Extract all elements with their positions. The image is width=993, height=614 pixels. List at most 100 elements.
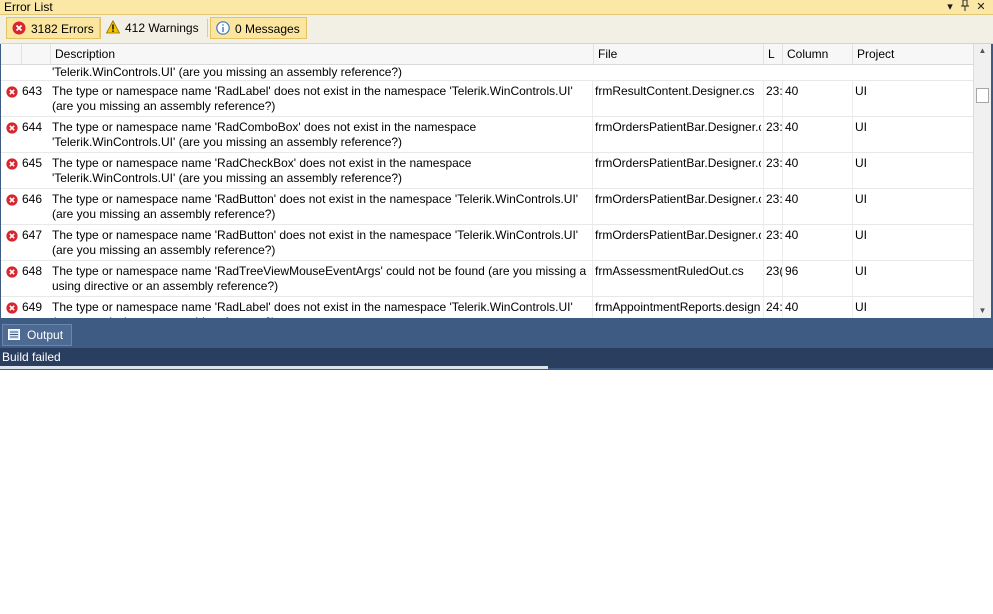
row-description: The type or namespace name 'RadComboBox'… [52,120,477,149]
table-row[interactable]: 646 The type or namespace name 'RadButton… [1,189,973,225]
row-file: frmOrdersPatientBar.Designer.c [595,228,761,242]
table-row[interactable]: 644 The type or namespace name 'RadComboB… [1,117,973,153]
row-column: 40 [785,84,799,98]
row-column: 96 [785,264,799,278]
row-column: 40 [785,228,799,242]
cell-divider [592,297,593,318]
status-text: Build failed [2,350,61,364]
close-icon[interactable]: ✕ [974,0,988,14]
row-project: UI [855,228,867,242]
status-bar: Build failed [0,348,993,368]
cell-divider [592,225,593,260]
error-icon [6,266,18,278]
cell-divider [763,261,764,296]
warning-icon [106,20,120,34]
cell-divider [782,297,783,318]
filter-toolbar: 3182 Errors 412 Warnings 0 Messages [0,15,993,44]
errors-filter-button[interactable]: 3182 Errors [6,17,101,39]
toolbar-separator [99,19,100,37]
row-line: 23: [766,84,782,98]
row-number: 648 [22,264,43,278]
error-icon [6,230,18,242]
column-header-line[interactable]: L [764,44,783,64]
messages-filter-button[interactable]: 0 Messages [210,17,307,39]
table-row[interactable]: 649 The type or namespace name 'RadLabel'… [1,297,973,318]
table-row-partial[interactable]: 'Telerik.WinControls.UI' (are you missin… [1,65,973,81]
errors-filter-label: 3182 Errors [31,22,94,36]
row-description: The type or namespace name 'RadTreeViewM… [52,264,587,293]
column-header-description[interactable]: Description [51,44,594,64]
cell-divider [782,153,783,188]
table-row[interactable]: 648 The type or namespace name 'RadTreeVi… [1,261,973,297]
error-list-panel: Error List ▾ ✕ 3182 Errors 412 Warnings … [0,0,993,370]
column-header-file[interactable]: File [594,44,764,64]
cell-divider [782,117,783,152]
error-grid: Description File L Column Project 'Teler… [1,44,991,318]
pin-icon[interactable] [958,0,972,14]
row-file: frmAssessmentRuledOut.cs [595,264,744,278]
column-header-column[interactable]: Column [783,44,853,64]
column-header-icon[interactable] [1,44,22,64]
scroll-thumb[interactable] [976,88,989,103]
error-icon [12,21,26,35]
title-bar: Error List ▾ ✕ [0,0,993,15]
error-icon [6,194,18,206]
scroll-down-icon[interactable]: ▼ [974,304,991,318]
row-line: 23( [766,264,782,278]
cell-divider [782,261,783,296]
cell-divider [592,189,593,224]
output-tab[interactable]: Output [2,324,73,346]
info-icon [216,21,230,35]
cell-divider [592,261,593,296]
cell-divider [852,117,853,152]
row-project: UI [855,156,867,170]
row-file: frmResultContent.Designer.cs [595,84,755,98]
row-number: 643 [22,84,43,98]
vertical-scrollbar[interactable]: ▲ ▼ [973,44,991,318]
warnings-filter-button[interactable]: 412 Warnings [101,17,205,39]
row-description: The type or namespace name 'RadButton' d… [52,228,579,257]
row-line: 23: [766,228,782,242]
error-icon [6,122,18,134]
output-tab-label: Output [27,328,64,342]
row-number: 649 [22,300,43,314]
column-header-number[interactable] [22,44,51,64]
cell-divider [852,225,853,260]
cell-divider [852,153,853,188]
scroll-up-icon[interactable]: ▲ [974,44,991,58]
table-row[interactable]: 645 The type or namespace name 'RadCheckB… [1,153,973,189]
row-file: frmOrdersPatientBar.Designer.c [595,120,761,134]
dropdown-icon[interactable]: ▾ [943,0,957,14]
table-row[interactable]: 643 The type or namespace name 'RadLabel'… [1,81,973,117]
table-row[interactable]: 647 The type or namespace name 'RadButton… [1,225,973,261]
row-file: frmOrdersPatientBar.Designer.c [595,156,761,170]
row-line: 23: [766,192,782,206]
cell-divider [782,189,783,224]
column-header-project[interactable]: Project [853,44,973,64]
error-icon [6,86,18,98]
row-description: The type or namespace name 'RadButton' d… [52,192,579,221]
cell-divider [763,153,764,188]
output-icon [8,329,20,340]
row-file: frmOrdersPatientBar.Designer.c [595,192,761,206]
row-project: UI [855,264,867,278]
error-icon [6,302,18,314]
cell-divider [763,297,764,318]
cell-divider [852,261,853,296]
row-number: 645 [22,156,43,170]
row-column: 40 [785,156,799,170]
row-line: 24: [766,300,782,314]
row-project: UI [855,192,867,206]
row-description: The type or namespace name 'RadLabel' do… [52,84,573,113]
cell-divider [592,153,593,188]
panel-title: Error List [4,0,53,14]
row-file: frmAppointmentReports.design [595,300,761,314]
row-number: 644 [22,120,43,134]
status-divider [0,366,548,369]
column-header-row: Description File L Column Project [1,44,973,65]
row-column: 40 [785,120,799,134]
error-icon [6,158,18,170]
cell-divider [852,81,853,116]
row-column: 40 [785,300,799,314]
cell-divider [763,81,764,116]
